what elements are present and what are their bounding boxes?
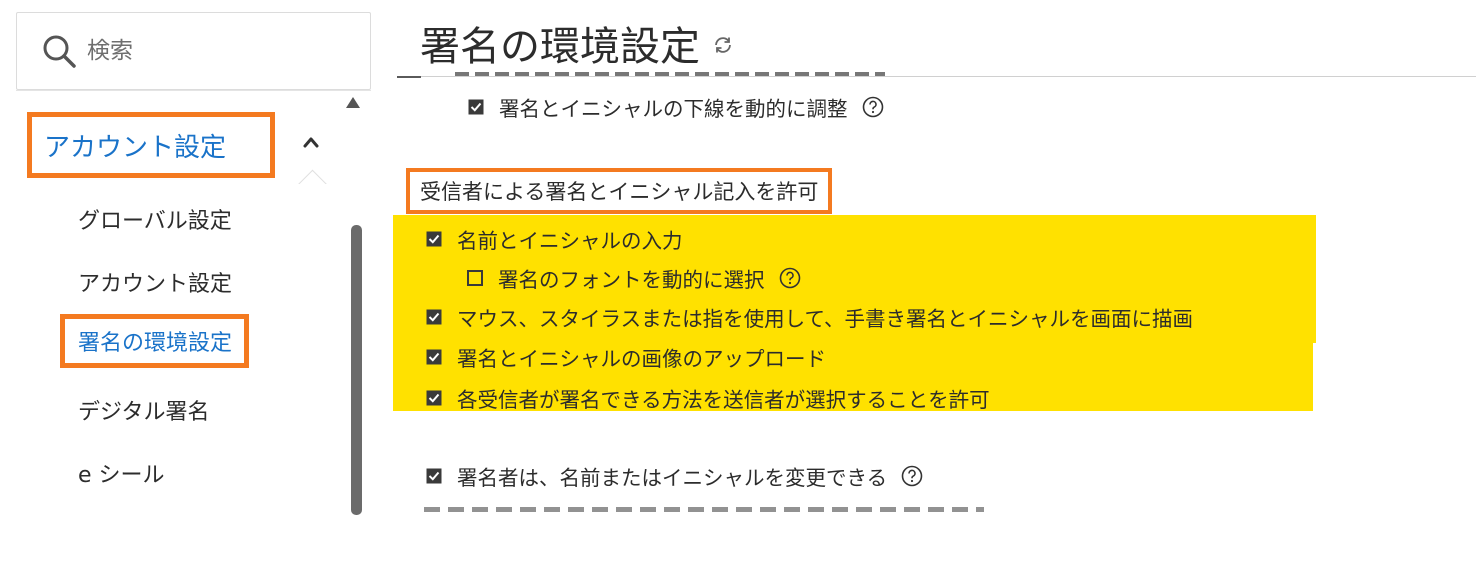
search-box[interactable] <box>16 12 371 90</box>
checkbox-checked-icon[interactable] <box>426 390 442 406</box>
option-upload-image[interactable]: 署名とイニシャルの画像のアップロード <box>426 342 826 372</box>
help-icon[interactable] <box>862 96 884 118</box>
sidebar-section-account-settings[interactable]: アカウント設定 <box>27 112 275 178</box>
sidebar <box>16 0 371 512</box>
checkbox-checked-icon[interactable] <box>426 231 442 247</box>
checkbox-checked-icon[interactable] <box>426 468 442 484</box>
sidebar-item-account-settings[interactable]: アカウント設定 <box>78 266 232 298</box>
indent-marker <box>397 76 421 78</box>
option-dynamic-underline[interactable]: 署名とイニシャルの下線を動的に調整 <box>468 92 884 122</box>
group-heading-text: 受信者による署名とイニシャル記入を許可 <box>420 180 819 204</box>
option-type-name-initials[interactable]: 名前とイニシャルの入力 <box>426 224 683 254</box>
option-signer-can-change-name[interactable]: 署名者は、名前またはイニシャルを変更できる <box>426 461 923 491</box>
option-label: マウス、スタイラスまたは指を使用して、手書き署名とイニシャルを画面に描画 <box>457 307 1193 331</box>
sidebar-item-global-settings[interactable]: グローバル設定 <box>78 203 232 235</box>
checkbox-checked-icon[interactable] <box>468 99 484 115</box>
sidebar-section-label: アカウント設定 <box>44 132 227 163</box>
checkbox-checked-icon[interactable] <box>426 309 442 325</box>
clipped-option-row-bottom <box>424 504 984 512</box>
option-sender-chooses-method[interactable]: 各受信者が署名できる方法を送信者が選択することを許可 <box>426 383 990 413</box>
help-icon[interactable] <box>901 465 923 487</box>
sidebar-item-e-seal[interactable]: e シール <box>78 457 165 489</box>
search-input[interactable] <box>87 38 347 64</box>
option-draw-signature[interactable]: マウス、スタイラスまたは指を使用して、手書き署名とイニシャルを画面に描画 <box>426 302 1193 332</box>
option-label: 署名のフォントを動的に選択 <box>498 268 765 292</box>
help-icon[interactable] <box>779 267 801 289</box>
submenu-caret <box>298 168 328 184</box>
option-label: 署名者は、名前またはイニシャルを変更できる <box>457 466 888 490</box>
page-title-text: 署名の環境設定 <box>420 24 700 70</box>
sidebar-item-digital-signature[interactable]: デジタル署名 <box>78 394 210 426</box>
sidebar-item-signature-preferences[interactable]: 署名の環境設定 <box>60 314 250 368</box>
refresh-icon[interactable] <box>712 34 734 56</box>
search-icon <box>43 35 76 68</box>
sidebar-scrollbar-thumb[interactable] <box>351 225 362 515</box>
option-label: 各受信者が署名できる方法を送信者が選択することを許可 <box>457 388 990 412</box>
checkbox-checked-icon[interactable] <box>426 349 442 365</box>
page-title: 署名の環境設定 <box>420 14 734 72</box>
option-label: 名前とイニシャルの入力 <box>457 229 683 253</box>
checkbox-empty-icon[interactable] <box>467 270 483 286</box>
option-label: 署名とイニシャルの画像のアップロード <box>457 347 826 371</box>
chevron-up-icon[interactable] <box>302 133 320 151</box>
scroll-up-arrow-icon[interactable] <box>346 97 360 108</box>
option-label: 署名とイニシャルの下線を動的に調整 <box>499 97 848 121</box>
option-dynamic-font[interactable]: 署名のフォントを動的に選択 <box>467 263 801 293</box>
sidebar-divider <box>16 90 371 91</box>
title-divider <box>398 76 1476 77</box>
group-heading-allow-recipient-signing: 受信者による署名とイニシャル記入を許可 <box>406 168 833 214</box>
